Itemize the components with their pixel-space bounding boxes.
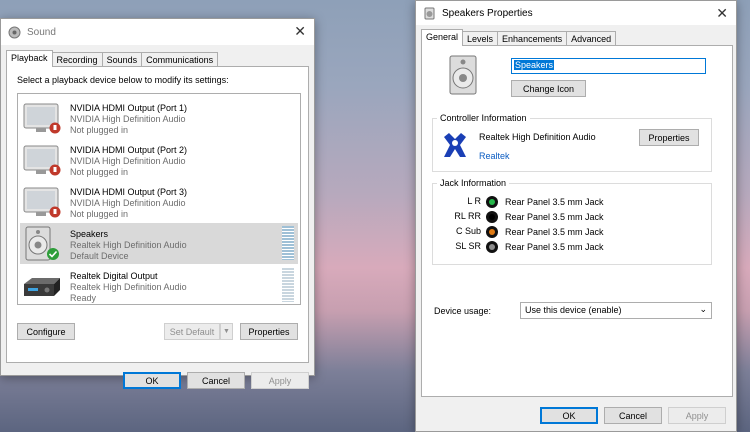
speaker-icon — [422, 6, 436, 20]
list-item[interactable]: NVIDIA HDMI Output (Port 1) NVIDIA High … — [20, 97, 298, 138]
instruction-text: Select a playback device below to modify… — [17, 75, 229, 85]
jack-color-icon — [486, 211, 498, 223]
speakers-body: General Levels Enhancements Advanced Spe… — [416, 25, 736, 431]
device-usage-label: Device usage: — [434, 306, 492, 316]
general-panel: Speakers Change Icon Controller Informat… — [421, 45, 733, 397]
sound-window: Sound ✕ Playback Recording Sounds Commun… — [0, 18, 315, 389]
list-item[interactable]: NVIDIA HDMI Output (Port 2) NVIDIA High … — [20, 139, 298, 180]
controller-vendor-link[interactable]: Realtek — [479, 151, 510, 161]
cancel-button[interactable]: Cancel — [604, 407, 662, 424]
list-item[interactable]: NVIDIA HDMI Output (Port 3) NVIDIA High … — [20, 181, 298, 222]
ok-button[interactable]: OK — [540, 407, 598, 424]
jack-channel: SL SR — [455, 241, 481, 251]
tab-advanced[interactable]: Advanced — [566, 31, 617, 46]
chevron-down-icon: ⌄ — [699, 304, 707, 314]
device-driver: Realtek High Definition Audio — [70, 282, 187, 292]
jack-row: L R Rear Panel 3.5 mm Jack — [433, 196, 713, 210]
volume-meter — [282, 226, 294, 260]
sound-title: Sound — [27, 26, 56, 38]
device-name-input[interactable]: Speakers — [511, 58, 706, 74]
speaker-icon — [7, 25, 21, 39]
close-icon[interactable]: ✕ — [716, 5, 728, 22]
speakers-properties-window: Speakers Properties ✕ General Levels Enh… — [415, 0, 737, 432]
change-icon-button[interactable]: Change Icon — [511, 80, 586, 97]
cancel-button[interactable]: Cancel — [187, 372, 245, 389]
speakers-titlebar[interactable]: Speakers Properties ✕ — [416, 1, 736, 25]
device-name: NVIDIA HDMI Output (Port 3) — [70, 187, 188, 197]
receiver-icon — [22, 268, 62, 304]
jack-color-icon — [486, 226, 498, 238]
ok-button[interactable]: OK — [123, 372, 181, 389]
controller-information-label: Controller Information — [437, 113, 530, 123]
jack-channel: C Sub — [455, 226, 481, 236]
sound-tabs: Playback Recording Sounds Communications — [6, 50, 219, 67]
properties-button[interactable]: Properties — [240, 323, 298, 340]
chevron-down-icon: ▼ — [223, 328, 230, 335]
controller-information-group: Controller Information Realtek High Defi… — [432, 113, 712, 172]
jack-channel: RL RR — [454, 211, 481, 221]
device-list[interactable]: NVIDIA HDMI Output (Port 1) NVIDIA High … — [17, 93, 301, 305]
jack-desc: Rear Panel 3.5 mm Jack — [505, 242, 604, 252]
speaker-icon — [22, 226, 62, 262]
device-driver: NVIDIA High Definition Audio — [70, 114, 186, 124]
set-default-button[interactable]: Set Default — [164, 323, 220, 340]
jack-row: C Sub Rear Panel 3.5 mm Jack — [433, 226, 713, 240]
speaker-device-icon — [444, 54, 484, 98]
tab-recording[interactable]: Recording — [51, 52, 103, 67]
sound-titlebar[interactable]: Sound ✕ — [1, 19, 314, 45]
device-status: Default Device — [70, 251, 129, 261]
monitor-icon — [22, 142, 62, 178]
device-driver: Realtek High Definition Audio — [70, 240, 187, 250]
speakers-title: Speakers Properties — [442, 7, 533, 19]
jack-row: SL SR Rear Panel 3.5 mm Jack — [433, 241, 713, 255]
device-name: NVIDIA HDMI Output (Port 2) — [70, 145, 188, 155]
device-driver: NVIDIA High Definition Audio — [70, 156, 186, 166]
jack-channel: L R — [467, 196, 481, 206]
tab-communications[interactable]: Communications — [141, 52, 219, 67]
speakers-tabs: General Levels Enhancements Advanced — [421, 29, 617, 46]
list-item[interactable]: Realtek Digital Output Realtek High Defi… — [20, 265, 298, 306]
tab-enhancements[interactable]: Enhancements — [497, 31, 568, 46]
monitor-icon — [22, 184, 62, 220]
device-status: Not plugged in — [70, 167, 129, 177]
volume-meter — [282, 268, 294, 302]
device-status: Ready — [70, 293, 97, 303]
device-name-text: Speakers — [514, 60, 555, 70]
tab-sounds[interactable]: Sounds — [101, 52, 143, 67]
tab-levels[interactable]: Levels — [462, 31, 499, 46]
device-usage-value: Use this device (enable) — [525, 305, 622, 315]
device-status: Not plugged in — [70, 209, 129, 219]
list-item-selected[interactable]: Speakers Realtek High Definition Audio D… — [20, 223, 298, 264]
device-status: Not plugged in — [70, 125, 129, 135]
jack-color-icon — [486, 196, 498, 208]
jack-desc: Rear Panel 3.5 mm Jack — [505, 212, 604, 222]
close-icon[interactable]: ✕ — [294, 23, 306, 40]
jack-row: RL RR Rear Panel 3.5 mm Jack — [433, 211, 713, 225]
realtek-logo-icon — [441, 131, 469, 163]
monitor-icon — [22, 100, 62, 136]
apply-button[interactable]: Apply — [251, 372, 309, 389]
tab-playback[interactable]: Playback — [6, 50, 53, 67]
controller-properties-button[interactable]: Properties — [639, 129, 699, 146]
tab-general[interactable]: General — [421, 29, 464, 46]
device-name: Speakers — [70, 229, 109, 239]
device-usage-select[interactable]: Use this device (enable) ⌄ — [520, 302, 712, 319]
jack-information-group: Jack Information L R Rear Panel 3.5 mm J… — [432, 178, 713, 265]
device-name: NVIDIA HDMI Output (Port 1) — [70, 103, 188, 113]
sound-body: Playback Recording Sounds Communications… — [1, 45, 314, 389]
apply-button[interactable]: Apply — [668, 407, 726, 424]
configure-button[interactable]: Configure — [17, 323, 75, 340]
jack-desc: Rear Panel 3.5 mm Jack — [505, 197, 604, 207]
device-name: Realtek Digital Output — [70, 271, 158, 281]
jack-information-label: Jack Information — [437, 178, 510, 188]
jack-desc: Rear Panel 3.5 mm Jack — [505, 227, 604, 237]
controller-name: Realtek High Definition Audio — [479, 132, 596, 142]
set-default-dropdown[interactable]: ▼ — [220, 323, 233, 340]
device-driver: NVIDIA High Definition Audio — [70, 198, 186, 208]
jack-color-icon — [486, 241, 498, 253]
playback-panel: Select a playback device below to modify… — [6, 66, 309, 363]
